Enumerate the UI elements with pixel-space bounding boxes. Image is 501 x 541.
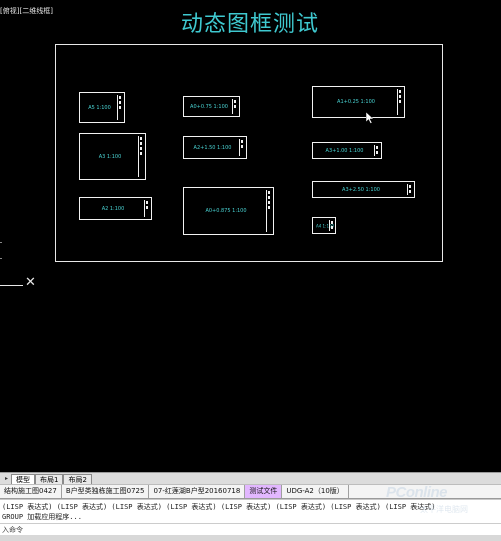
title-block-strip (117, 95, 122, 120)
title-block-strip (329, 220, 333, 231)
layout-tab-bar: ▸ 模型 布局1 布局2 (0, 472, 501, 484)
title-block-label: A5 1:100 (88, 104, 111, 111)
title-block-strip (407, 184, 412, 195)
viewport-edge-tick (0, 258, 2, 259)
tab-model[interactable]: 模型 (11, 474, 36, 484)
title-block-frame-a1-025[interactable]: A1+0.25 1:100 (312, 86, 405, 118)
ucs-x-axis-icon: ✕ (25, 275, 36, 290)
title-block-label: A3+1.00 1:100 (325, 147, 364, 154)
view-controls-label[interactable]: [俯视][二维线框] (0, 6, 53, 16)
title-block-label: A0+0.875 1:100 (205, 208, 247, 214)
title-block-strip (266, 190, 271, 232)
title-block-strip (239, 139, 244, 156)
title-block-frame-a3[interactable]: A3 1:100 (79, 133, 146, 180)
title-block-strip (397, 89, 402, 115)
title-block-strip (144, 200, 149, 217)
doc-tab-b-villa[interactable]: B户型类独栋施工图0725 (62, 485, 150, 498)
title-block-frame-a3-100[interactable]: A3+1.00 1:100 (312, 142, 382, 159)
drawing-title: 动态图框测试 (180, 12, 319, 37)
title-block-label: A4 1:100 (316, 223, 335, 228)
document-tab-bar: 结构施工图0427 B户型类独栋施工图0725 07-红莲湖B户型2016071… (0, 484, 501, 499)
doc-tab-honglianhu[interactable]: 07-红莲湖B户型20160718 (149, 485, 246, 498)
doc-tab-structure[interactable]: 结构施工图0427 (0, 485, 62, 498)
command-history-line: GROUP 加载应用程序... (2, 513, 82, 521)
doc-tab-udg-a2[interactable]: UDG-A2（10版） (282, 485, 349, 498)
title-block-label: A3+2.50 1:100 (342, 186, 380, 193)
title-block-frame-a2-150[interactable]: A2+1.50 1:100 (183, 136, 247, 159)
title-block-label: A1+0.25 1:100 (337, 99, 375, 105)
viewport-edge-tick (0, 242, 2, 243)
tab-layout1[interactable]: 布局1 (35, 474, 64, 484)
command-history-line: (LISP 表达式) (LISP 表达式) (LISP 表达式) (LISP 表… (2, 503, 436, 511)
title-block-frame-a2[interactable]: A2 1:100 (79, 197, 152, 220)
doc-tab-test-file[interactable]: 测试文件 (245, 485, 283, 498)
title-block-label: A2+1.50 1:100 (193, 144, 232, 151)
title-block-frame-a5[interactable]: A5 1:100 (79, 92, 125, 123)
title-block-frame-a4[interactable]: A4 1:100 (312, 217, 336, 234)
tab-scroll-arrow-icon[interactable]: ▸ (2, 474, 11, 484)
tab-layout2[interactable]: 布局2 (63, 474, 92, 484)
title-block-frame-a0-075[interactable]: A0+0.75 1:100 (183, 96, 240, 117)
ucs-x-axis-line (0, 285, 23, 286)
command-input[interactable]: 入命令 (0, 523, 501, 535)
mouse-cursor-icon (366, 112, 374, 124)
title-block-frame-a0-0875[interactable]: A0+0.875 1:100 (183, 187, 274, 235)
title-block-strip (374, 145, 379, 156)
title-block-label: A2 1:100 (101, 205, 125, 212)
title-block-label: A3 1:100 (98, 153, 122, 160)
title-block-frame-a3-250[interactable]: A3+2.50 1:100 (312, 181, 415, 198)
title-block-strip (138, 136, 143, 177)
status-strip (0, 535, 501, 541)
title-block-strip (232, 99, 237, 114)
title-block-label: A0+0.75 1:100 (190, 103, 228, 110)
drawing-viewport[interactable]: [俯视][二维线框] 动态图框测试 A5 1:100 A0+0.75 1:100… (0, 0, 501, 472)
